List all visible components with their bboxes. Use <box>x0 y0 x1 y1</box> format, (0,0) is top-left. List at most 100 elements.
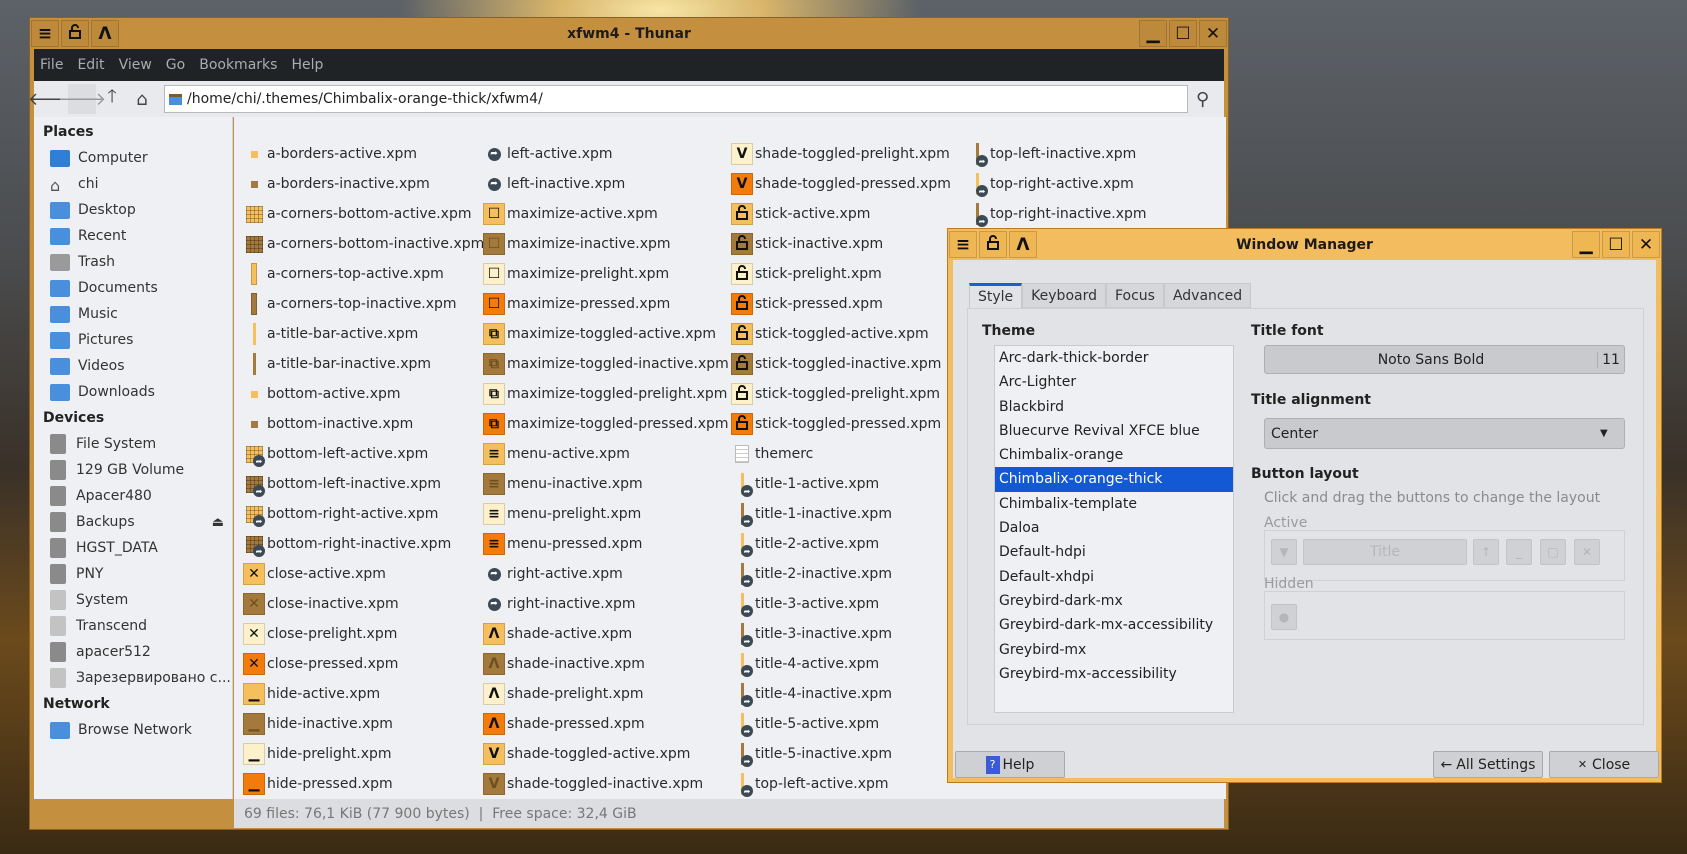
file-item[interactable]: ➦ title-2-active.xpm <box>731 529 879 559</box>
file-item[interactable]: ➦ bottom-right-inactive.xpm <box>243 529 451 559</box>
sidebar-item[interactable]: ⌂ chi <box>34 171 232 197</box>
stick-layout-button[interactable]: ● <box>1271 604 1297 630</box>
file-item[interactable]: ☐ maximize-active.xpm <box>483 199 658 229</box>
title-bar[interactable]: ≡ Λ Window Manager ▁ ☐ ✕ <box>948 229 1661 260</box>
close-dialog-button[interactable]: ✕ Close <box>1549 751 1659 778</box>
file-item[interactable]: ➦ top-left-active.xpm <box>731 769 889 799</box>
sidebar-item[interactable]: HGST_DATA <box>34 535 232 561</box>
file-item[interactable]: ➦ top-left-inactive.xpm <box>966 139 1136 169</box>
file-item[interactable]: Vshade-toggled-active.xpm <box>483 739 690 769</box>
file-item[interactable]: ☐ maximize-prelight.xpm <box>483 259 669 289</box>
file-item[interactable]: a-corners-bottom-active.xpm <box>243 199 472 229</box>
all-settings-button[interactable]: ← All Settings <box>1433 751 1543 778</box>
title-font-button[interactable]: Noto Sans Bold 11 <box>1264 345 1625 374</box>
title-layout-button[interactable]: Title <box>1303 539 1467 565</box>
file-item[interactable]: Vshade-toggled-inactive.xpm <box>483 769 703 799</box>
home-button[interactable]: ⌂ <box>128 84 156 114</box>
file-item[interactable]: Λshade-pressed.xpm <box>483 709 645 739</box>
file-item[interactable]: stick-toggled-prelight.xpm <box>731 379 940 409</box>
maximize-button[interactable]: ☐ <box>1602 231 1630 258</box>
forward-button[interactable]: 🡒 <box>58 84 106 114</box>
theme-list-item[interactable]: Greybird-dark-mx <box>995 589 1233 613</box>
file-item[interactable]: Vshade-toggled-pressed.xpm <box>731 169 951 199</box>
maximize-layout-button[interactable]: □ <box>1540 539 1566 565</box>
file-item[interactable]: ≡ menu-inactive.xpm <box>483 469 643 499</box>
file-item[interactable]: ≡ menu-prelight.xpm <box>483 499 641 529</box>
window-menu-button[interactable]: ≡ <box>31 20 59 47</box>
sidebar-item[interactable]: Videos <box>34 353 232 379</box>
file-item[interactable]: ▁ hide-prelight.xpm <box>243 739 392 769</box>
sidebar-item[interactable]: 129 GB Volume <box>34 457 232 483</box>
file-item[interactable]: Vshade-toggled-prelight.xpm <box>731 139 950 169</box>
theme-list-item[interactable]: Greybird-dark-mx-accessibility <box>995 613 1233 637</box>
close-button[interactable]: ✕ <box>1632 231 1660 258</box>
file-item[interactable]: themerc <box>731 439 813 469</box>
minimize-button[interactable]: ▁ <box>1572 231 1600 258</box>
stick-button[interactable] <box>61 20 89 47</box>
file-item[interactable]: ➦ title-4-active.xpm <box>731 649 879 679</box>
file-item[interactable]: a-title-bar-inactive.xpm <box>243 349 431 379</box>
file-item[interactable]: ➦ top-right-active.xpm <box>966 169 1134 199</box>
file-item[interactable]: ➦ bottom-right-active.xpm <box>243 499 438 529</box>
sidebar-item[interactable]: Browse Network <box>34 717 232 743</box>
menu-view[interactable]: View <box>119 57 152 73</box>
file-item[interactable]: a-corners-top-active.xpm <box>243 259 444 289</box>
file-item[interactable]: stick-toggled-inactive.xpm <box>731 349 941 379</box>
file-item[interactable]: a-borders-inactive.xpm <box>243 169 430 199</box>
sidebar-item[interactable]: Documents <box>34 275 232 301</box>
sidebar-item[interactable]: Pictures <box>34 327 232 353</box>
file-item[interactable]: a-borders-active.xpm <box>243 139 417 169</box>
file-item[interactable]: stick-prelight.xpm <box>731 259 882 289</box>
location-input[interactable]: /home/chi/.themes/Chimbalix-orange-thick… <box>164 85 1188 113</box>
theme-list-item[interactable]: Chimbalix-orange <box>995 443 1233 467</box>
maximize-button[interactable]: ☐ <box>1169 20 1197 47</box>
file-item[interactable]: ✕ close-prelight.xpm <box>243 619 397 649</box>
theme-list-item[interactable]: Default-xhdpi <box>995 565 1233 589</box>
title-alignment-select[interactable]: Center ▼ <box>1264 418 1625 449</box>
sidebar-item[interactable]: Apacer480 <box>34 483 232 509</box>
file-item[interactable]: ▁ hide-active.xpm <box>243 679 380 709</box>
sidebar-item[interactable]: Backups ⏏ <box>34 509 232 535</box>
file-item[interactable]: ▁ hide-pressed.xpm <box>243 769 393 799</box>
sidebar-item[interactable]: Desktop <box>34 197 232 223</box>
minimize-button[interactable]: ▁ <box>1139 20 1167 47</box>
theme-list-item[interactable]: Blackbird <box>995 395 1233 419</box>
menu-file[interactable]: File <box>40 57 63 73</box>
file-item[interactable]: ▁ hide-inactive.xpm <box>243 709 393 739</box>
file-item[interactable]: stick-toggled-active.xpm <box>731 319 929 349</box>
tab-focus[interactable]: Focus <box>1105 283 1164 308</box>
file-item[interactable]: ⧉ maximize-toggled-pressed.xpm <box>483 409 729 439</box>
theme-list-item[interactable]: Greybird-mx-accessibility <box>995 662 1233 686</box>
sidebar-item[interactable]: System <box>34 587 232 613</box>
file-item[interactable]: ☐ maximize-pressed.xpm <box>483 289 670 319</box>
sidebar-item[interactable]: Зарезервировано с... <box>34 665 232 691</box>
minimize-layout-button[interactable]: _ <box>1506 539 1532 565</box>
tab-keyboard[interactable]: Keyboard <box>1022 283 1106 308</box>
file-item[interactable]: ➦ left-inactive.xpm <box>483 169 625 199</box>
theme-list[interactable]: Arc-dark-thick-border Arc-Lighter Blackbir… <box>994 345 1234 713</box>
theme-list-item[interactable]: Default-hdpi <box>995 540 1233 564</box>
eject-icon[interactable]: ⏏ <box>212 515 224 530</box>
tab-advanced[interactable]: Advanced <box>1163 283 1252 308</box>
theme-list-item[interactable]: Daloa <box>995 516 1233 540</box>
file-item[interactable]: ➦ title-1-inactive.xpm <box>731 499 892 529</box>
sidebar-item[interactable]: Music <box>34 301 232 327</box>
close-button[interactable]: ✕ <box>1199 20 1227 47</box>
shade-layout-button[interactable]: ↑ <box>1473 539 1499 565</box>
menu-layout-button[interactable]: ▼ <box>1271 539 1297 565</box>
sidebar-item[interactable]: apacer512 <box>34 639 232 665</box>
menu-edit[interactable]: Edit <box>77 57 104 73</box>
theme-list-item[interactable]: Arc-dark-thick-border <box>995 346 1233 370</box>
menu-help[interactable]: Help <box>291 57 323 73</box>
sidebar-item[interactable]: PNY <box>34 561 232 587</box>
sidebar-item[interactable]: Trash <box>34 249 232 275</box>
file-item[interactable]: stick-active.xpm <box>731 199 870 229</box>
file-item[interactable]: ➦ title-3-inactive.xpm <box>731 619 892 649</box>
file-item[interactable]: stick-inactive.xpm <box>731 229 883 259</box>
file-item[interactable]: stick-pressed.xpm <box>731 289 883 319</box>
file-item[interactable]: ⧉ maximize-toggled-prelight.xpm <box>483 379 727 409</box>
file-item[interactable]: ≡ menu-active.xpm <box>483 439 630 469</box>
window-menu-button[interactable]: ≡ <box>949 231 977 258</box>
file-item[interactable]: a-corners-bottom-inactive.xpm <box>243 229 484 259</box>
help-button[interactable]: ? Help <box>955 751 1065 778</box>
